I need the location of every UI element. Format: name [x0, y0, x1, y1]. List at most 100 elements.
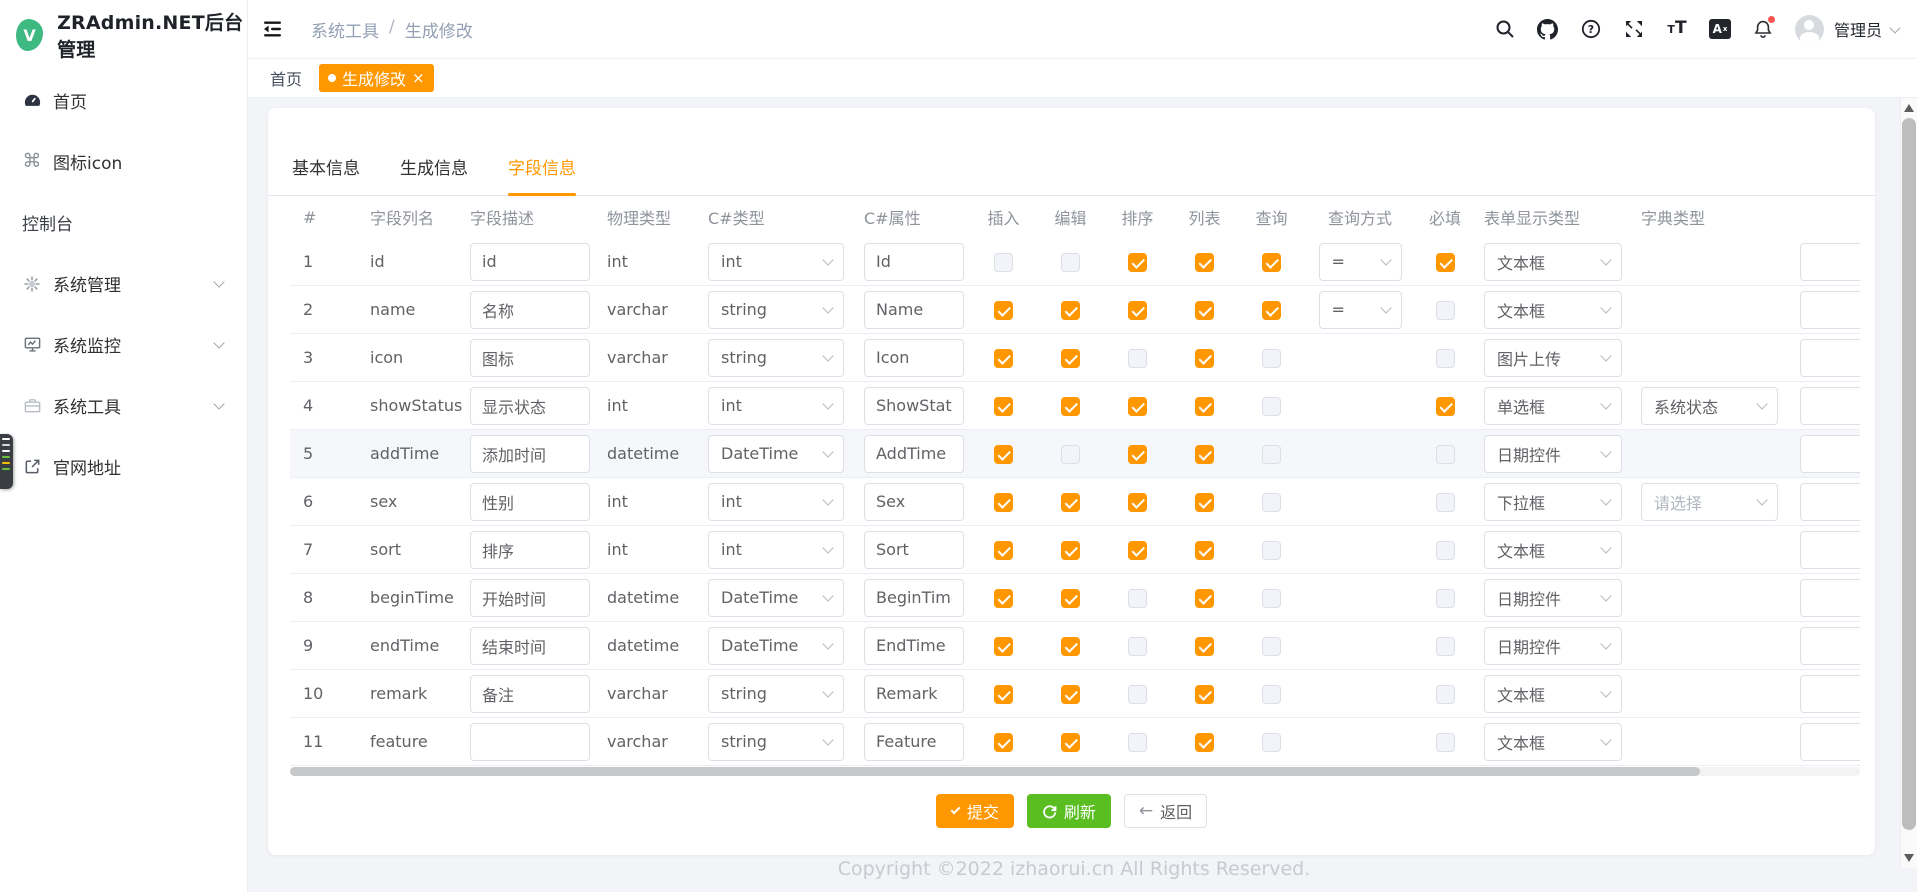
- list-checkbox[interactable]: [1195, 253, 1214, 272]
- required-checkbox[interactable]: [1436, 445, 1455, 464]
- sort-checkbox[interactable]: [1128, 493, 1147, 512]
- list-checkbox[interactable]: [1195, 637, 1214, 656]
- csharp-type-select[interactable]: string: [708, 723, 844, 761]
- edit-checkbox[interactable]: [1061, 541, 1080, 560]
- extra-input[interactable]: [1800, 723, 1860, 761]
- description-input[interactable]: [470, 243, 590, 281]
- sort-checkbox[interactable]: [1128, 301, 1147, 320]
- translate-icon[interactable]: Ax: [1709, 18, 1731, 40]
- csharp-type-select[interactable]: string: [708, 675, 844, 713]
- csharp-property-input[interactable]: [864, 531, 964, 569]
- sidebar-item-图标icon[interactable]: ⌘图标icon: [0, 131, 247, 192]
- csharp-type-select[interactable]: string: [708, 339, 844, 377]
- sidebar-item-系统管理[interactable]: 系统管理: [0, 253, 247, 314]
- list-checkbox[interactable]: [1195, 541, 1214, 560]
- tag-首页[interactable]: 首页: [270, 64, 302, 92]
- csharp-property-input[interactable]: [864, 579, 964, 617]
- csharp-property-input[interactable]: [864, 483, 964, 521]
- csharp-property-input[interactable]: [864, 435, 964, 473]
- scroll-up-arrow-icon[interactable]: [1904, 104, 1914, 112]
- tab-字段信息[interactable]: 字段信息: [508, 154, 576, 195]
- edit-checkbox[interactable]: [1061, 589, 1080, 608]
- edit-checkbox[interactable]: [1061, 445, 1080, 464]
- help-icon[interactable]: ?: [1580, 18, 1602, 40]
- display-type-select[interactable]: 单选框: [1484, 387, 1622, 425]
- sort-checkbox[interactable]: [1128, 541, 1147, 560]
- csharp-property-input[interactable]: [864, 339, 964, 377]
- required-checkbox[interactable]: [1436, 397, 1455, 416]
- insert-checkbox[interactable]: [994, 589, 1013, 608]
- description-input[interactable]: [470, 627, 590, 665]
- sort-checkbox[interactable]: [1128, 685, 1147, 704]
- description-input[interactable]: [470, 291, 590, 329]
- font-size-icon[interactable]: TT: [1666, 18, 1688, 40]
- list-checkbox[interactable]: [1195, 589, 1214, 608]
- display-type-select[interactable]: 日期控件: [1484, 627, 1622, 665]
- insert-checkbox[interactable]: [994, 253, 1013, 272]
- bell-icon[interactable]: [1752, 18, 1774, 40]
- sort-checkbox[interactable]: [1128, 589, 1147, 608]
- display-type-select[interactable]: 文本框: [1484, 531, 1622, 569]
- insert-checkbox[interactable]: [994, 637, 1013, 656]
- list-checkbox[interactable]: [1195, 733, 1214, 752]
- query-checkbox[interactable]: [1262, 589, 1281, 608]
- list-checkbox[interactable]: [1195, 685, 1214, 704]
- query-checkbox[interactable]: [1262, 637, 1281, 656]
- extra-input[interactable]: [1800, 435, 1860, 473]
- theme-drawer-handle[interactable]: [0, 434, 13, 489]
- sidebar-item-系统工具[interactable]: 系统工具: [0, 375, 247, 436]
- edit-checkbox[interactable]: [1061, 397, 1080, 416]
- vertical-scrollbar[interactable]: [1900, 98, 1917, 868]
- required-checkbox[interactable]: [1436, 733, 1455, 752]
- csharp-type-select[interactable]: DateTime: [708, 627, 844, 665]
- csharp-property-input[interactable]: [864, 723, 964, 761]
- query-checkbox[interactable]: [1262, 349, 1281, 368]
- avatar[interactable]: [1795, 15, 1824, 44]
- csharp-type-select[interactable]: int: [708, 531, 844, 569]
- insert-checkbox[interactable]: [994, 445, 1013, 464]
- query-checkbox[interactable]: [1262, 445, 1281, 464]
- chevron-down-icon[interactable]: [1889, 22, 1900, 33]
- list-checkbox[interactable]: [1195, 445, 1214, 464]
- insert-checkbox[interactable]: [994, 733, 1013, 752]
- extra-input[interactable]: [1800, 627, 1860, 665]
- extra-input[interactable]: [1800, 579, 1860, 617]
- description-input[interactable]: [470, 675, 590, 713]
- query-checkbox[interactable]: [1262, 733, 1281, 752]
- dict-type-select[interactable]: 请选择: [1641, 483, 1778, 521]
- edit-checkbox[interactable]: [1061, 349, 1080, 368]
- display-type-select[interactable]: 文本框: [1484, 723, 1622, 761]
- edit-checkbox[interactable]: [1061, 253, 1080, 272]
- refresh-button[interactable]: 刷新: [1027, 794, 1111, 828]
- vertical-scrollbar-thumb[interactable]: [1902, 118, 1916, 830]
- extra-input[interactable]: [1800, 291, 1860, 329]
- query-checkbox[interactable]: [1262, 253, 1281, 272]
- list-checkbox[interactable]: [1195, 349, 1214, 368]
- edit-checkbox[interactable]: [1061, 637, 1080, 656]
- query-mode-select[interactable]: =: [1319, 243, 1402, 281]
- insert-checkbox[interactable]: [994, 397, 1013, 416]
- sort-checkbox[interactable]: [1128, 733, 1147, 752]
- sidebar-collapse-icon[interactable]: [261, 17, 285, 41]
- horizontal-scrollbar-thumb[interactable]: [290, 767, 1700, 776]
- display-type-select[interactable]: 下拉框: [1484, 483, 1622, 521]
- edit-checkbox[interactable]: [1061, 301, 1080, 320]
- required-checkbox[interactable]: [1436, 637, 1455, 656]
- close-icon[interactable]: ×: [412, 71, 425, 86]
- extra-input[interactable]: [1800, 339, 1860, 377]
- required-checkbox[interactable]: [1436, 301, 1455, 320]
- insert-checkbox[interactable]: [994, 493, 1013, 512]
- list-checkbox[interactable]: [1195, 493, 1214, 512]
- display-type-select[interactable]: 文本框: [1484, 675, 1622, 713]
- edit-checkbox[interactable]: [1061, 493, 1080, 512]
- edit-checkbox[interactable]: [1061, 685, 1080, 704]
- csharp-type-select[interactable]: int: [708, 483, 844, 521]
- sort-checkbox[interactable]: [1128, 253, 1147, 272]
- description-input[interactable]: [470, 531, 590, 569]
- query-mode-select[interactable]: =: [1319, 291, 1402, 329]
- required-checkbox[interactable]: [1436, 253, 1455, 272]
- description-input[interactable]: [470, 483, 590, 521]
- required-checkbox[interactable]: [1436, 493, 1455, 512]
- horizontal-scrollbar[interactable]: [290, 767, 1860, 776]
- query-checkbox[interactable]: [1262, 541, 1281, 560]
